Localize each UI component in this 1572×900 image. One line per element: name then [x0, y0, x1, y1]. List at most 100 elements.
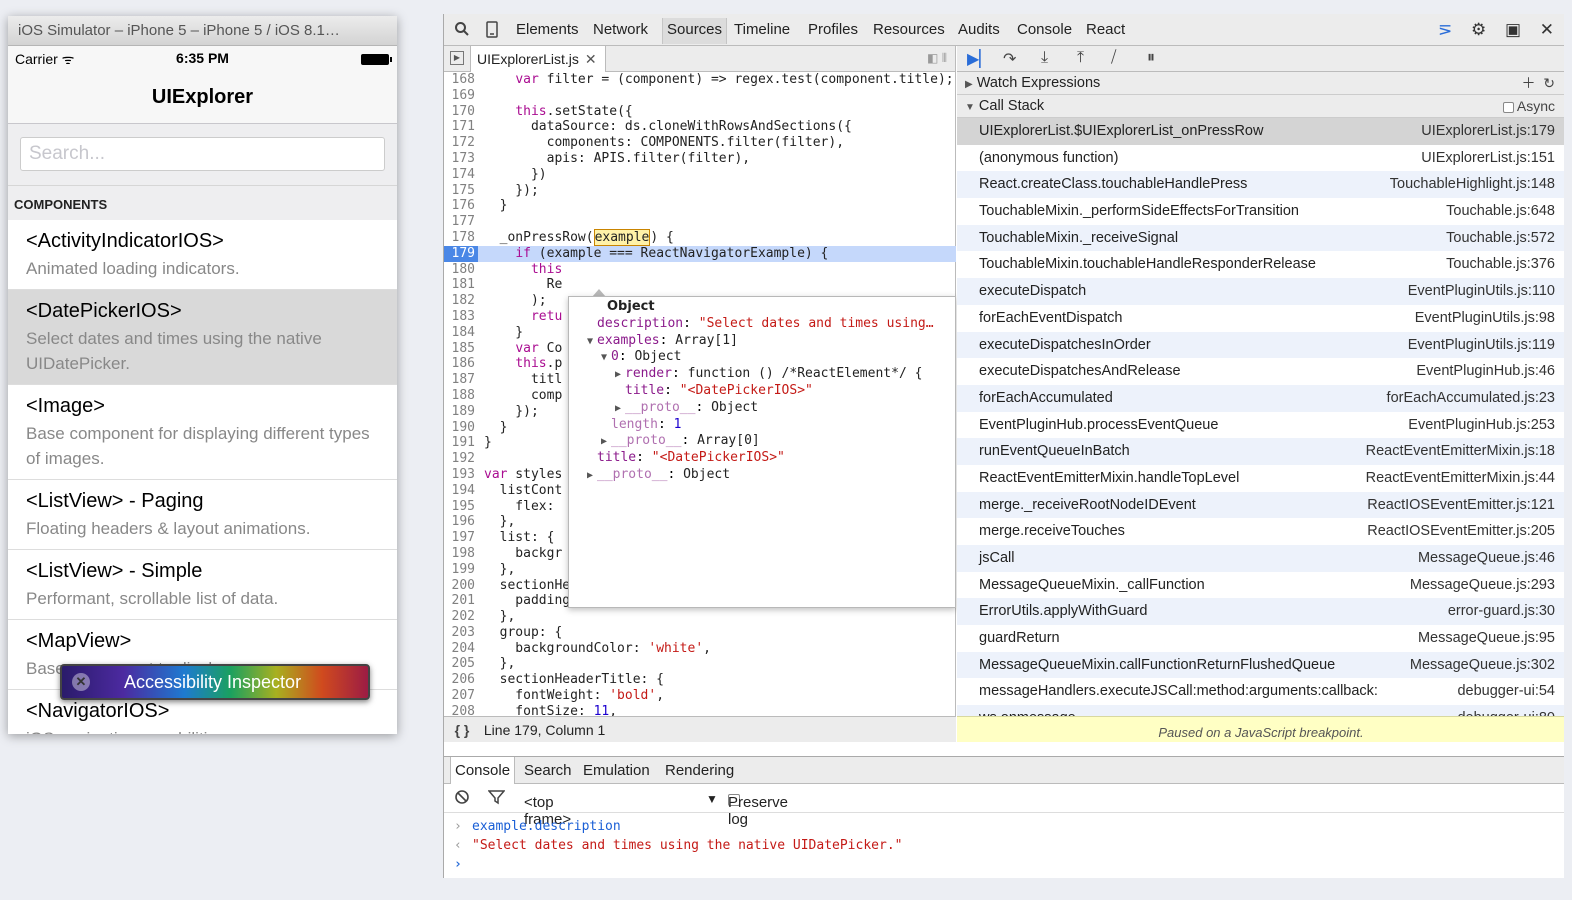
call-stack-header[interactable]: ▼ Call Stack Async: [957, 95, 1564, 118]
line-number[interactable]: 172: [444, 135, 478, 151]
execution-line[interactable]: 179 if (example === ReactNavigatorExampl…: [444, 245, 956, 262]
call-frame[interactable]: jsCall MessageQueue.js:46: [957, 545, 1564, 572]
call-frame[interactable]: MessageQueueMixin._callFunction MessageQu…: [957, 572, 1564, 599]
call-frame[interactable]: UIExplorerList.$UIExplorerList_onPressRo…: [957, 118, 1564, 145]
line-number[interactable]: 183: [444, 309, 478, 325]
code-line[interactable]: 207 fontWeight: 'bold',: [444, 688, 956, 704]
call-frame[interactable]: executeDispatch EventPluginUtils.js:110: [957, 278, 1564, 305]
frame-location[interactable]: Touchable.js:376: [1446, 251, 1555, 278]
frame-location[interactable]: MessageQueue.js:95: [1418, 625, 1555, 652]
refresh-icon[interactable]: ↻: [1543, 75, 1555, 91]
line-number[interactable]: 191: [444, 435, 478, 451]
call-frame[interactable]: forEachEventDispatch EventPluginUtils.js:…: [957, 305, 1564, 332]
property-row[interactable]: ▶ __proto__: Object: [569, 467, 955, 484]
line-number[interactable]: 174: [444, 167, 478, 183]
code-line[interactable]: 202 },: [444, 609, 956, 625]
code-line[interactable]: 168 var filter = (component) => regex.te…: [444, 72, 956, 88]
call-frame[interactable]: MessageQueueMixin.callFunctionReturnFlus…: [957, 651, 1564, 679]
line-number[interactable]: 184: [444, 325, 478, 341]
line-number[interactable]: 193: [444, 467, 478, 483]
line-number[interactable]: 202: [444, 609, 478, 625]
add-icon[interactable]: ＋: [1521, 75, 1535, 91]
line-number[interactable]: 176: [444, 198, 478, 214]
search-icon[interactable]: [454, 21, 470, 42]
frame-location[interactable]: TouchableHighlight.js:148: [1390, 171, 1555, 198]
resume-icon[interactable]: ▶▏: [967, 49, 992, 69]
property-row[interactable]: ▶ __proto__: Array[0]: [569, 433, 955, 450]
list-item[interactable]: <Image> Base component for displaying dif…: [8, 385, 397, 480]
tab-timeline[interactable]: Timeline: [734, 21, 790, 38]
line-number[interactable]: 195: [444, 499, 478, 515]
filter-icon[interactable]: [487, 789, 506, 809]
call-frame[interactable]: TouchableMixin._receiveSignal Touchable.j…: [957, 224, 1564, 252]
deactivate-breakpoints-icon[interactable]: ⧸: [1111, 49, 1116, 67]
frame-location[interactable]: ReactIOSEventEmitter.js:205: [1367, 518, 1555, 545]
code-line[interactable]: 176 }: [444, 198, 956, 214]
drawer-tab-emulation[interactable]: Emulation: [583, 762, 650, 779]
tab-profiles[interactable]: Profiles: [808, 21, 858, 38]
line-number[interactable]: 192: [444, 451, 478, 467]
line-number[interactable]: 196: [444, 514, 478, 530]
toggle-debugger-icon[interactable]: ◧ ⦀: [927, 51, 947, 66]
pause-on-exceptions-icon[interactable]: ⏸: [1147, 49, 1155, 67]
close-icon[interactable]: ✕: [72, 673, 90, 691]
line-number[interactable]: 188: [444, 388, 478, 404]
device-mode-icon[interactable]: [486, 21, 498, 43]
frame-location[interactable]: Touchable.js:648: [1446, 198, 1555, 225]
code-line[interactable]: 171 dataSource: ds.cloneWithRowsAndSecti…: [444, 119, 956, 135]
frame-location[interactable]: EventPluginUtils.js:110: [1408, 278, 1555, 305]
call-frame[interactable]: guardReturn MessageQueue.js:95: [957, 625, 1564, 652]
line-number[interactable]: 173: [444, 151, 478, 167]
line-number[interactable]: 171: [444, 119, 478, 135]
call-frame[interactable]: ReactEventEmitterMixin.handleTopLevel Rea…: [957, 465, 1564, 492]
call-frame[interactable]: executeDispatchesInOrder EventPluginUtils…: [957, 331, 1564, 359]
clear-console-icon[interactable]: [454, 789, 470, 809]
frame-location[interactable]: ReactIOSEventEmitter.js:121: [1367, 492, 1555, 519]
close-icon[interactable]: ✕: [1540, 20, 1554, 39]
property-row[interactable]: ▶ __proto__: Object: [569, 400, 955, 417]
tab-network[interactable]: Network: [593, 21, 648, 38]
tab-elements[interactable]: Elements: [516, 21, 579, 38]
call-frame[interactable]: ErrorUtils.applyWithGuard error-guard.js:…: [957, 598, 1564, 626]
step-into-icon[interactable]: ⤓: [1041, 49, 1048, 67]
async-toggle[interactable]: Async: [1502, 95, 1555, 118]
pretty-print-icon[interactable]: { }: [444, 717, 480, 743]
accessibility-inspector-panel[interactable]: ✕ Accessibility Inspector: [60, 664, 370, 700]
step-over-icon[interactable]: ↷: [1003, 49, 1016, 69]
call-frame[interactable]: forEachAccumulated forEachAccumulated.js:…: [957, 384, 1564, 412]
search-input[interactable]: [20, 137, 385, 171]
code-line[interactable]: 203 group: {: [444, 625, 956, 641]
frame-location[interactable]: debugger-ui:54: [1457, 678, 1555, 705]
frame-location[interactable]: UIExplorerList.js:151: [1421, 145, 1555, 172]
call-frame[interactable]: merge._receiveRootNodeIDEvent ReactIOSEve…: [957, 491, 1564, 519]
toggle-navigator-icon[interactable]: ▶: [450, 51, 464, 65]
code-line[interactable]: 206 sectionHeaderTitle: {: [444, 672, 956, 688]
tab-console[interactable]: Console: [1017, 21, 1072, 38]
list-item[interactable]: <ListView> - Paging Floating headers & la…: [8, 480, 397, 550]
line-number[interactable]: 170: [444, 104, 478, 120]
call-frame[interactable]: (anonymous function) UIExplorerList.js:15…: [957, 145, 1564, 172]
line-number[interactable]: 206: [444, 672, 478, 688]
list-item[interactable]: <ActivityIndicatorIOS> Animated loading i…: [8, 220, 397, 290]
list-item[interactable]: <DatePickerIOS> Select dates and times us…: [8, 290, 397, 385]
frame-location[interactable]: ReactEventEmitterMixin.js:18: [1366, 438, 1555, 465]
drawer-tab-console[interactable]: Console: [450, 757, 516, 784]
tab-audits[interactable]: Audits: [958, 21, 1000, 38]
code-line[interactable]: 177: [444, 214, 956, 230]
property-row[interactable]: ▼ 0: Object: [569, 349, 955, 366]
frame-location[interactable]: EventPluginHub.js:46: [1416, 358, 1555, 385]
line-number[interactable]: 194: [444, 483, 478, 499]
code-line[interactable]: 172 components: COMPONENTS.filter(filter…: [444, 135, 956, 151]
line-number[interactable]: 187: [444, 372, 478, 388]
line-number[interactable]: 180: [444, 262, 478, 278]
frame-location[interactable]: Touchable.js:572: [1446, 225, 1555, 252]
line-number[interactable]: 178: [444, 230, 478, 246]
line-number[interactable]: 205: [444, 656, 478, 672]
line-number[interactable]: 169: [444, 88, 478, 104]
line-number[interactable]: 186: [444, 356, 478, 372]
dock-side-icon[interactable]: ▣: [1505, 20, 1521, 39]
tab-sources[interactable]: Sources: [662, 18, 728, 44]
line-number[interactable]: 177: [444, 214, 478, 230]
code-line[interactable]: 174 }): [444, 167, 956, 183]
line-number[interactable]: 179: [444, 245, 478, 262]
